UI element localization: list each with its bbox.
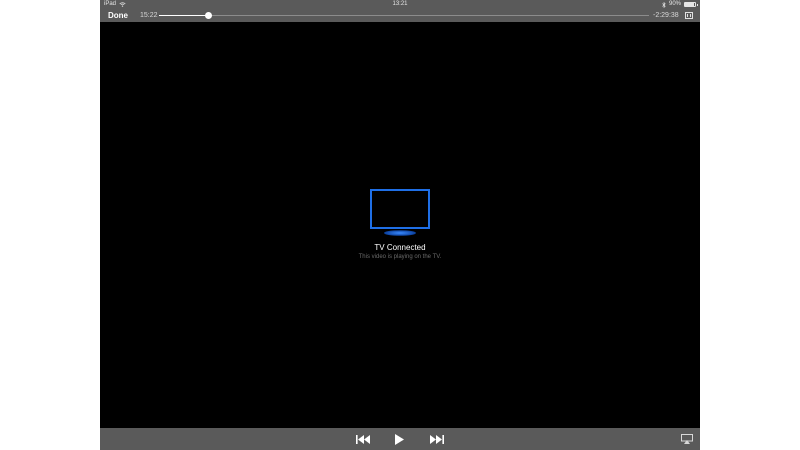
ipad-screen: iPad 13:21 90% Done 15:22 -2:29:38 TV Co… <box>100 0 700 450</box>
bluetooth-icon <box>662 1 666 8</box>
status-right: 90% <box>662 0 698 9</box>
scrubber-track[interactable] <box>159 12 649 19</box>
status-bar: iPad 13:21 90% <box>100 0 700 9</box>
fast-forward-icon <box>429 434 444 444</box>
airplay-button[interactable] <box>679 428 695 450</box>
bottom-control-bar <box>100 428 700 450</box>
scrubber-thumb[interactable] <box>204 12 212 19</box>
tv-connected-title: TV Connected <box>374 243 426 252</box>
tv-icon <box>370 189 430 236</box>
top-playback-bar: Done 15:22 -2:29:38 <box>100 9 700 22</box>
play-button[interactable] <box>388 428 410 450</box>
rewind-button[interactable] <box>352 428 374 450</box>
page: iPad 13:21 90% Done 15:22 -2:29:38 TV Co… <box>0 0 800 450</box>
status-time: 13:21 <box>392 1 408 7</box>
done-button[interactable]: Done <box>108 9 128 22</box>
airplay-icon <box>681 434 693 444</box>
tv-connected-subtitle: This video is playing on the TV. <box>358 254 442 260</box>
battery-icon <box>684 2 698 7</box>
time-remaining: -2:29:38 <box>653 12 679 19</box>
aspect-fit-icon <box>687 14 691 17</box>
scrubber-played <box>159 15 208 16</box>
rewind-icon <box>355 434 370 444</box>
fast-forward-button[interactable] <box>425 428 447 450</box>
tv-connected-panel: TV Connected This video is playing on th… <box>100 188 700 261</box>
time-elapsed: 15:22 <box>140 12 158 19</box>
play-icon <box>394 433 404 445</box>
aspect-fit-button[interactable] <box>685 12 693 19</box>
battery-fill <box>685 3 694 6</box>
battery-percent: 90% <box>668 1 681 7</box>
